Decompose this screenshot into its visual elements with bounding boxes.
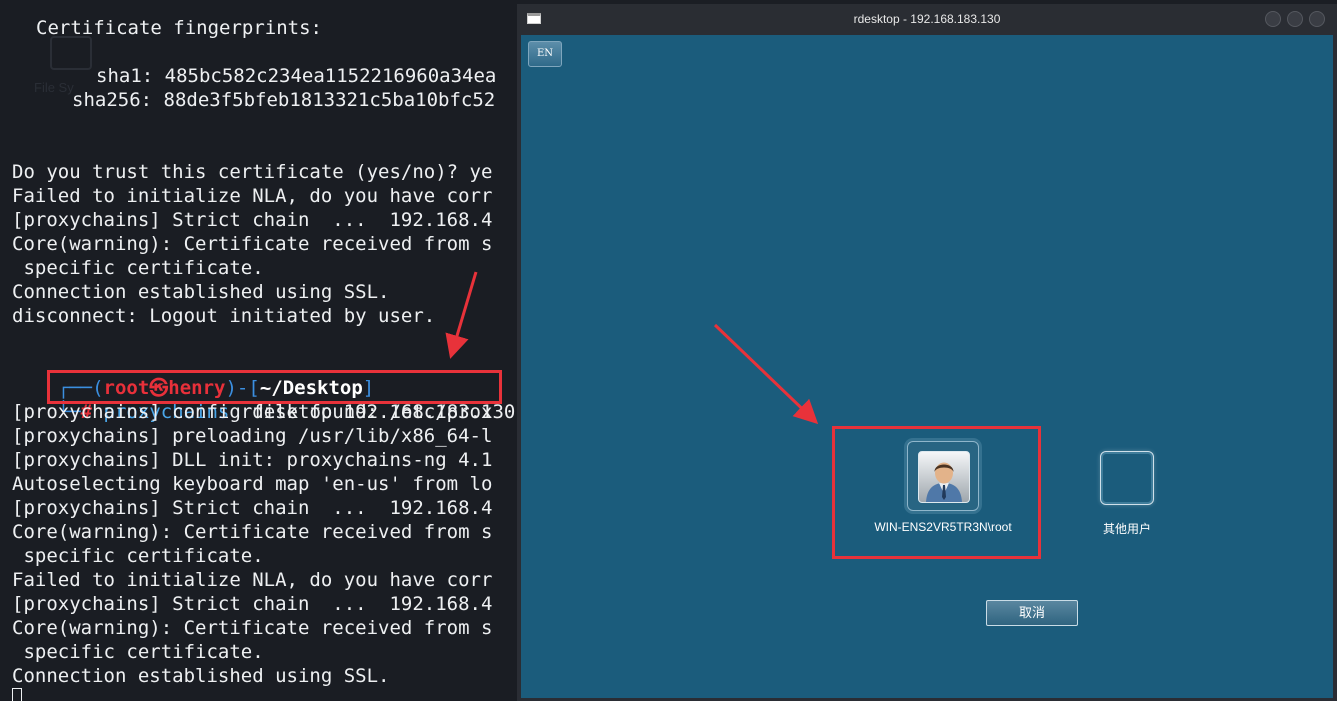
maximize-button[interactable] <box>1287 11 1303 27</box>
terminal-line: Connection established using SSL. <box>12 665 390 687</box>
terminal-window[interactable]: File Sy Certificate fingerprints: sha1: … <box>0 0 520 701</box>
terminal-line: [proxychains] preloading /usr/lib/x86_64… <box>12 425 493 447</box>
cancel-button[interactable]: 取消 <box>986 600 1078 626</box>
other-user-tile[interactable] <box>1100 451 1154 505</box>
terminal-cursor <box>12 688 22 701</box>
other-user-label[interactable]: 其他用户 <box>1067 520 1187 537</box>
user-highlight-box <box>832 426 1041 559</box>
terminal-line: Core(warning): Certificate received from… <box>12 617 493 639</box>
language-indicator[interactable]: EN <box>528 41 562 67</box>
terminal-line: Failed to initialize NLA, do you have co… <box>12 569 493 591</box>
command-highlight-box <box>47 370 502 404</box>
rdesktop-window[interactable]: rdesktop - 192.168.183.130 EN WIN-ENS2VR… <box>517 4 1337 701</box>
terminal-line: Failed to initialize NLA, do you have co… <box>12 185 493 207</box>
terminal-line: disconnect: Logout initiated by user. <box>12 305 436 327</box>
terminal-line: Core(warning): Certificate received from… <box>12 233 493 255</box>
sha1-line: sha1: 485bc582c234ea1152216960a34ea <box>96 65 497 87</box>
terminal-line: specific certificate. <box>12 641 264 663</box>
terminal-line: [proxychains] Strict chain ... 192.168.4 <box>12 209 493 231</box>
terminal-line: Connection established using SSL. <box>12 281 390 303</box>
remote-logon-screen[interactable]: EN WIN-ENS2VR5TR3N\root 其他用户 取消 <box>521 35 1333 698</box>
terminal-line: [proxychains] DLL init: proxychains-ng 4… <box>12 449 493 471</box>
minimize-button[interactable] <box>1265 11 1281 27</box>
cert-header: Certificate fingerprints: <box>36 17 322 39</box>
desktop-ghost-icon <box>50 36 92 70</box>
terminal-line: Do you trust this certificate (yes/no)? … <box>12 161 493 183</box>
sha256-line: sha256: 88de3f5bfeb1813321c5ba10bfc52 <box>72 89 496 111</box>
close-button[interactable] <box>1309 11 1325 27</box>
title-bar[interactable]: rdesktop - 192.168.183.130 <box>517 4 1337 35</box>
terminal-line: Autoselecting keyboard map 'en-us' from … <box>12 473 493 495</box>
window-title: rdesktop - 192.168.183.130 <box>853 12 1001 26</box>
terminal-line: specific certificate. <box>12 545 264 567</box>
desktop-ghost-label: File Sy <box>34 80 74 95</box>
terminal-line: [proxychains] Strict chain ... 192.168.4 <box>12 497 493 519</box>
terminal-line: Core(warning): Certificate received from… <box>12 521 493 543</box>
terminal-line: [proxychains] Strict chain ... 192.168.4 <box>12 593 493 615</box>
terminal-line: specific certificate. <box>12 257 264 279</box>
